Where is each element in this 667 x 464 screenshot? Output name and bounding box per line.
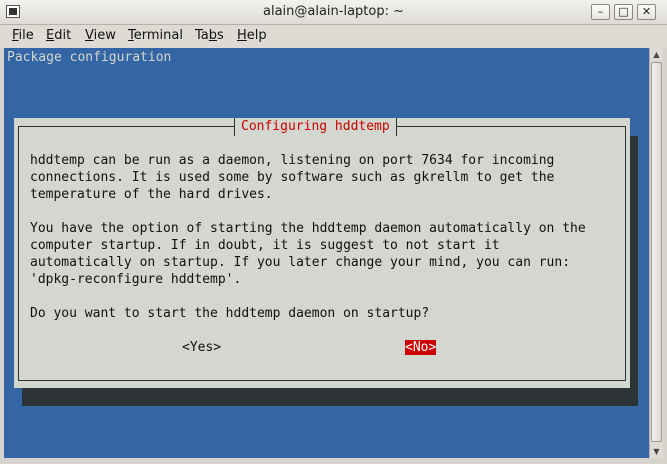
close-button[interactable]: ✕	[637, 4, 656, 20]
dialog-title: Configuring hddtemp	[241, 119, 390, 134]
dialog-message: hddtemp can be run as a daemon, listenin…	[30, 153, 586, 321]
yes-button[interactable]: <Yes>	[182, 340, 221, 355]
terminal-area[interactable]: Package configuration Configuring hddtem…	[4, 48, 649, 458]
config-dialog: Configuring hddtemp hddtemp can be run a…	[14, 118, 630, 388]
minimize-button[interactable]: –	[591, 4, 610, 20]
window-title: alain@alain-laptop: ~	[262, 4, 405, 19]
menu-edit[interactable]: Edit	[46, 28, 71, 43]
scroll-down-arrow-icon[interactable]: ▼	[650, 445, 663, 458]
maximize-button[interactable]: □	[614, 4, 633, 20]
menu-file[interactable]: File	[12, 28, 34, 43]
scrollbar-thumb[interactable]	[651, 62, 662, 442]
menu-help[interactable]: Help	[237, 28, 267, 43]
package-configuration-header: Package configuration	[7, 50, 172, 65]
menu-view[interactable]: View	[85, 28, 116, 43]
scroll-up-arrow-icon[interactable]: ▲	[650, 48, 663, 61]
menu-bar: File Edit View Terminal Tabs Help	[0, 25, 667, 48]
vertical-scrollbar[interactable]: ▲ ▼	[649, 48, 663, 458]
menu-tabs[interactable]: Tabs	[195, 28, 224, 43]
no-button[interactable]: <No>	[405, 340, 437, 355]
title-bar[interactable]: alain@alain-laptop: ~ – □ ✕	[0, 0, 667, 25]
dialog-title-box: Configuring hddtemp	[234, 118, 397, 136]
menu-terminal[interactable]: Terminal	[128, 28, 183, 43]
